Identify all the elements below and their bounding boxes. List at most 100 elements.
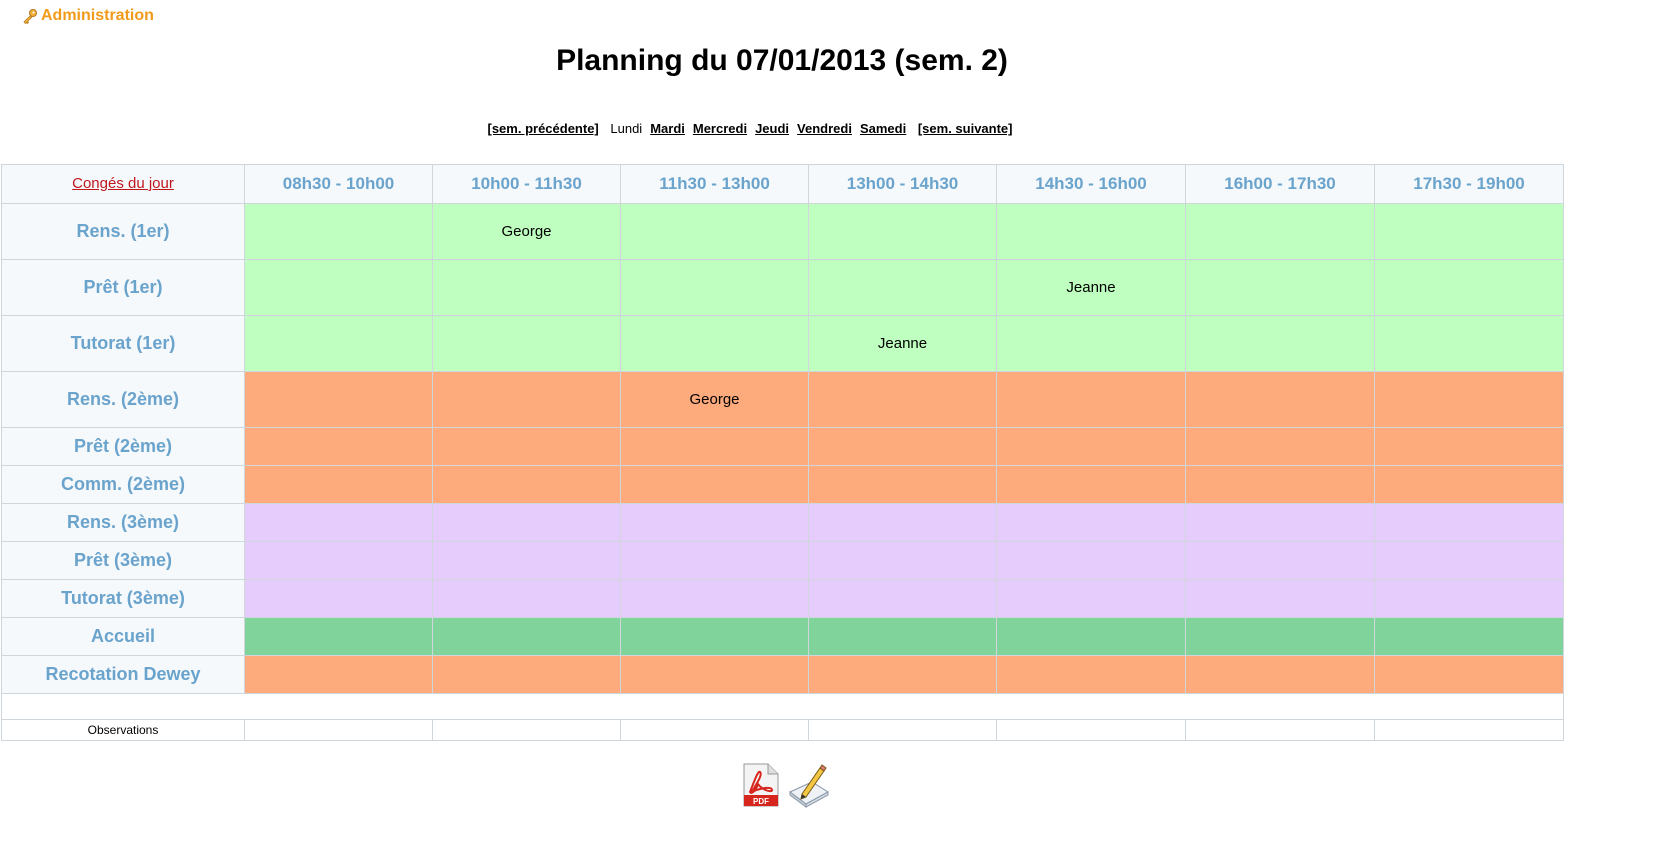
- previous-week-link[interactable]: [sem. précédente]: [488, 121, 599, 136]
- schedule-cell[interactable]: [244, 315, 433, 372]
- schedule-cell[interactable]: [808, 503, 997, 542]
- schedule-cell[interactable]: [1374, 503, 1564, 542]
- schedule-cell[interactable]: [432, 259, 621, 316]
- schedule-cell[interactable]: [244, 259, 433, 316]
- schedule-cell[interactable]: [244, 427, 433, 466]
- schedule-cell[interactable]: [1185, 259, 1375, 316]
- schedule-cell[interactable]: [432, 315, 621, 372]
- pdf-icon[interactable]: PDF: [738, 762, 782, 808]
- schedule-cell[interactable]: [808, 259, 997, 316]
- planning-row: Rens. (3ème): [1, 503, 1564, 542]
- observation-cell[interactable]: [620, 719, 809, 741]
- planning-row: Rens. (1er) George: [1, 203, 1564, 260]
- schedule-cell[interactable]: Jeanne: [996, 259, 1186, 316]
- schedule-cell[interactable]: [996, 617, 1186, 656]
- schedule-cell[interactable]: [1374, 371, 1564, 428]
- schedule-cell[interactable]: [432, 655, 621, 694]
- schedule-cell[interactable]: [1185, 315, 1375, 372]
- schedule-cell[interactable]: [808, 617, 997, 656]
- schedule-cell[interactable]: [1374, 541, 1564, 580]
- header-row: Congés du jour 08h30 - 10h00 10h00 - 11h3…: [1, 164, 1564, 204]
- schedule-cell[interactable]: Jeanne: [808, 315, 997, 372]
- schedule-cell[interactable]: [620, 617, 809, 656]
- next-week-link[interactable]: [sem. suivante]: [918, 121, 1013, 136]
- conges-du-jour-link[interactable]: Congés du jour: [72, 175, 174, 192]
- schedule-cell[interactable]: [996, 503, 1186, 542]
- schedule-cell[interactable]: [432, 617, 621, 656]
- schedule-cell[interactable]: George: [620, 371, 809, 428]
- schedule-cell[interactable]: [620, 259, 809, 316]
- observation-cell[interactable]: [1374, 719, 1564, 741]
- schedule-cell[interactable]: [1185, 465, 1375, 504]
- schedule-cell[interactable]: [244, 579, 433, 618]
- schedule-cell[interactable]: [432, 371, 621, 428]
- schedule-cell[interactable]: [808, 203, 997, 260]
- schedule-cell[interactable]: [620, 427, 809, 466]
- schedule-cell[interactable]: [244, 617, 433, 656]
- edit-icon[interactable]: [786, 762, 830, 808]
- observation-cell[interactable]: [808, 719, 997, 741]
- schedule-cell[interactable]: [620, 203, 809, 260]
- schedule-cell[interactable]: [808, 541, 997, 580]
- schedule-cell[interactable]: [1374, 655, 1564, 694]
- schedule-cell[interactable]: [808, 579, 997, 618]
- row-label: Prêt (3ème): [1, 541, 245, 580]
- schedule-cell[interactable]: [620, 465, 809, 504]
- schedule-cell[interactable]: [620, 503, 809, 542]
- schedule-cell[interactable]: [1374, 579, 1564, 618]
- schedule-cell[interactable]: [244, 541, 433, 580]
- schedule-cell[interactable]: [1374, 203, 1564, 260]
- observation-cell[interactable]: [244, 719, 433, 741]
- schedule-cell[interactable]: [808, 465, 997, 504]
- row-label: Recotation Dewey: [1, 655, 245, 694]
- day-link-vendredi[interactable]: Vendredi: [797, 121, 852, 136]
- schedule-cell[interactable]: [1374, 617, 1564, 656]
- schedule-cell[interactable]: [808, 655, 997, 694]
- schedule-cell[interactable]: [620, 315, 809, 372]
- schedule-cell[interactable]: [1185, 427, 1375, 466]
- schedule-cell[interactable]: [996, 427, 1186, 466]
- day-link-jeudi[interactable]: Jeudi: [755, 121, 789, 136]
- day-link-mardi[interactable]: Mardi: [650, 121, 685, 136]
- schedule-cell[interactable]: [432, 465, 621, 504]
- schedule-cell[interactable]: [432, 427, 621, 466]
- observation-cell[interactable]: [432, 719, 621, 741]
- schedule-cell[interactable]: [1374, 465, 1564, 504]
- schedule-cell[interactable]: [1185, 371, 1375, 428]
- schedule-cell[interactable]: [996, 371, 1186, 428]
- observation-cell[interactable]: [1185, 719, 1375, 741]
- schedule-cell[interactable]: [1185, 655, 1375, 694]
- administration-link[interactable]: Administration: [22, 7, 154, 25]
- observation-cell[interactable]: [996, 719, 1186, 741]
- schedule-cell[interactable]: [1374, 259, 1564, 316]
- schedule-cell[interactable]: [1374, 315, 1564, 372]
- schedule-cell[interactable]: [620, 655, 809, 694]
- schedule-cell[interactable]: [620, 541, 809, 580]
- schedule-cell[interactable]: [1185, 617, 1375, 656]
- schedule-cell[interactable]: [996, 541, 1186, 580]
- schedule-cell[interactable]: [244, 503, 433, 542]
- day-link-mercredi[interactable]: Mercredi: [693, 121, 747, 136]
- schedule-cell[interactable]: [432, 541, 621, 580]
- schedule-cell[interactable]: [1185, 579, 1375, 618]
- schedule-cell[interactable]: [244, 465, 433, 504]
- schedule-cell[interactable]: [432, 503, 621, 542]
- schedule-cell[interactable]: [620, 579, 809, 618]
- schedule-cell[interactable]: [996, 465, 1186, 504]
- schedule-cell[interactable]: [996, 203, 1186, 260]
- schedule-cell[interactable]: [808, 371, 997, 428]
- schedule-cell[interactable]: [1185, 541, 1375, 580]
- schedule-cell[interactable]: [244, 655, 433, 694]
- schedule-cell[interactable]: [1185, 503, 1375, 542]
- schedule-cell[interactable]: [432, 579, 621, 618]
- schedule-cell[interactable]: [244, 371, 433, 428]
- schedule-cell[interactable]: [244, 203, 433, 260]
- schedule-cell[interactable]: [1374, 427, 1564, 466]
- day-link-samedi[interactable]: Samedi: [860, 121, 906, 136]
- schedule-cell[interactable]: [996, 579, 1186, 618]
- schedule-cell[interactable]: [1185, 203, 1375, 260]
- schedule-cell[interactable]: [808, 427, 997, 466]
- schedule-cell[interactable]: [996, 315, 1186, 372]
- schedule-cell[interactable]: George: [432, 203, 621, 260]
- schedule-cell[interactable]: [996, 655, 1186, 694]
